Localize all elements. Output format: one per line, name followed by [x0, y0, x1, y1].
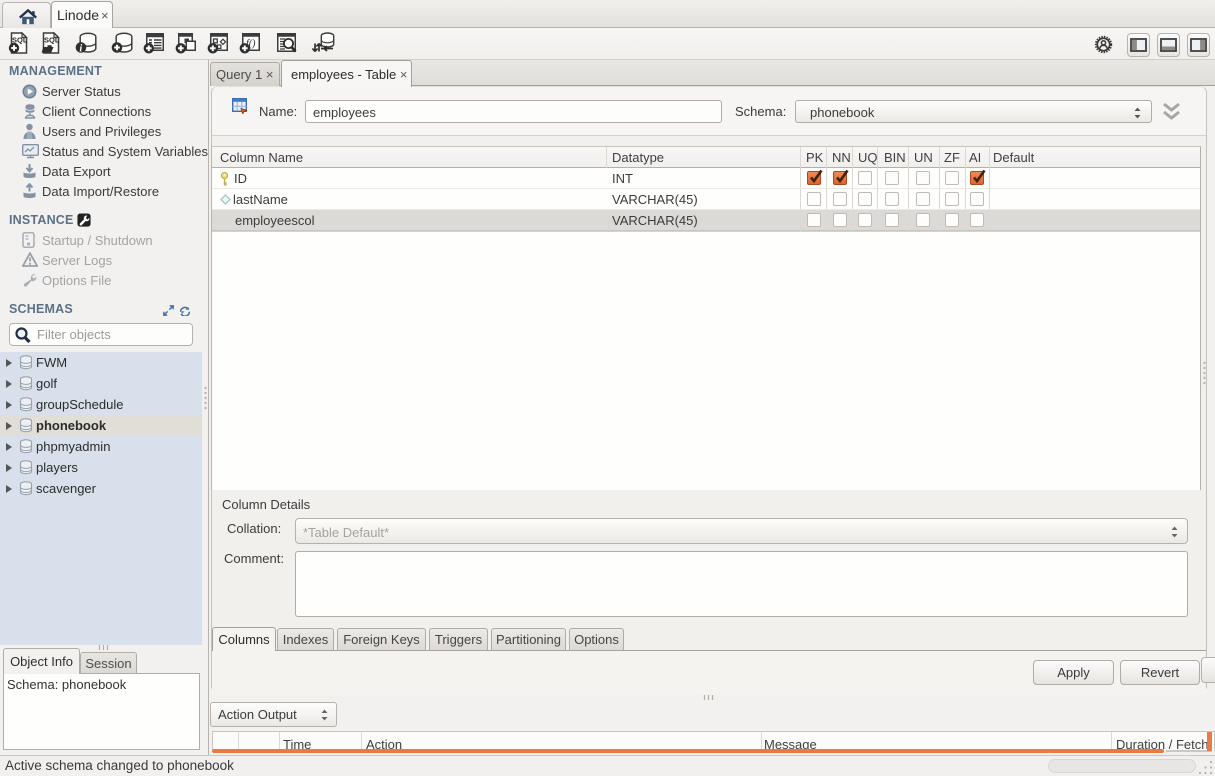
svg-text:i: i — [79, 43, 82, 54]
svg-text:SQL: SQL — [44, 36, 60, 45]
